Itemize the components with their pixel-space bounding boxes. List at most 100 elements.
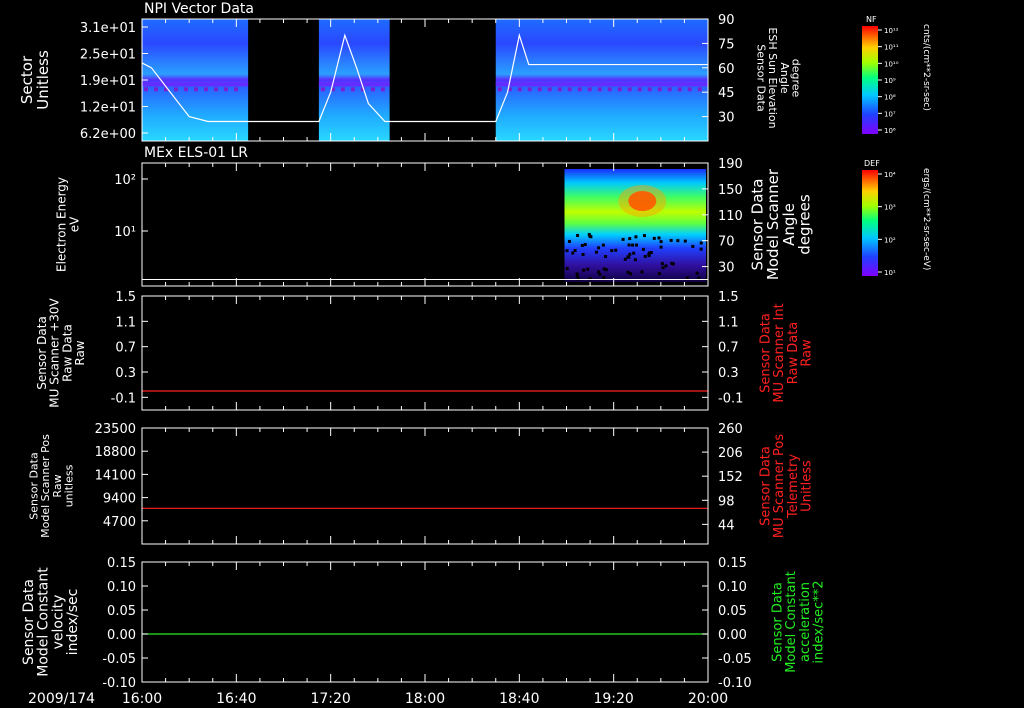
- spectrogram-pixel: [340, 87, 345, 92]
- spectrogram-gap: [586, 267, 590, 271]
- spectrogram-gap: [640, 270, 644, 274]
- y-axis-label: 1.2e+01: [80, 101, 136, 116]
- spectrogram-pixel: [697, 87, 702, 92]
- colorbar-def-units: ergs/(cm**2-sr-sec-eV): [921, 168, 931, 270]
- spectrogram-gap: [659, 240, 663, 244]
- spectrogram-gap: [597, 270, 601, 274]
- spectrogram-band: [142, 82, 249, 87]
- time-tick-label: 16:00: [122, 691, 162, 707]
- right-axis-label: 150: [718, 183, 743, 198]
- spectrogram-pixel: [557, 87, 562, 92]
- spectrogram-pixel: [204, 87, 208, 92]
- spectrogram-pixel: [497, 87, 502, 92]
- right-axis-label: 110: [718, 209, 743, 224]
- right-axis-label: -0.10: [718, 676, 752, 691]
- y-axis-label: 1.5: [115, 290, 136, 305]
- spectrogram-pixel: [174, 87, 178, 92]
- right-axis-label: -0.1: [718, 391, 743, 406]
- y-axis-label: 0.05: [107, 604, 136, 619]
- spectrogram-gap: [632, 251, 636, 255]
- spectrogram-gap: [695, 271, 699, 275]
- colorbar-def: DEF 10⁴ 10³ 10² 10¹ ergs/(cm**2-sr-sec-eV): [862, 159, 931, 277]
- spectrogram-gap: [565, 267, 569, 271]
- right-axis-label: 260: [718, 422, 743, 437]
- spectrogram-gap: [631, 243, 635, 247]
- y-axis-label: -0.05: [102, 652, 136, 667]
- panel-frame: [141, 427, 709, 545]
- right-axis-label: 0.10: [718, 580, 747, 595]
- panel-line-2: 23500 18800 14100 9400 4700 260 206 152 98 44 Sens…: [28, 422, 815, 545]
- y-axis-title-line: eV: [67, 216, 81, 232]
- y-axis-label: 9400: [103, 492, 136, 507]
- spectrogram-gap: [587, 233, 591, 237]
- y-axis-title: Electron EnergyeV: [55, 177, 82, 272]
- spectrogram-band: [495, 82, 708, 87]
- spectrogram-gap: [581, 252, 585, 256]
- spectrogram-band: [318, 82, 390, 87]
- y-axis-title: SectorUnitless: [18, 50, 52, 110]
- y-axis-label: 1.9e+01: [80, 74, 136, 89]
- colorbar-nf-label: NF: [866, 15, 877, 24]
- spectrogram-gap: [647, 254, 651, 258]
- spectrogram-pixel: [567, 87, 572, 92]
- panel-frame: [141, 561, 709, 683]
- spectrogram-pixel: [547, 87, 552, 92]
- spectrogram-gap: [660, 262, 664, 266]
- y-axis-title-line: unitless: [62, 464, 75, 507]
- right-axis-title-line: ESH Sun Elevation: [766, 27, 779, 128]
- right-axis-title-line: Raw: [799, 339, 814, 367]
- right-axis-label: 90: [718, 13, 735, 28]
- spectrogram-gap: [661, 266, 665, 270]
- y-axis-label: 14100: [95, 468, 136, 483]
- spectrogram-gap: [628, 237, 632, 241]
- spectrogram-gap: [573, 249, 577, 253]
- y-axis-label: 23500: [95, 422, 136, 437]
- spectrogram-gap: [669, 238, 673, 242]
- spectrogram-pixel: [350, 87, 355, 92]
- spectrogram-pixel: [380, 87, 385, 92]
- spectrogram-pixel: [637, 87, 642, 92]
- y-axis-title-line: Unitless: [34, 50, 52, 110]
- spectrogram-pixel: [234, 87, 238, 92]
- colorbar-tick-label: 10⁹: [884, 77, 896, 85]
- y-axis-title-line: index/sec: [65, 589, 81, 656]
- spectrogram-gap: [691, 244, 695, 248]
- right-axis-label: 70: [718, 235, 735, 250]
- colorbar-tick-label: 10²: [884, 236, 896, 244]
- y-axis-title: Sensor DataModel Scanner PosRawunitless: [28, 434, 76, 538]
- right-axis-label: 44: [718, 518, 735, 533]
- colorbar-nf-scale: [862, 26, 878, 134]
- spectrogram-gap: [659, 245, 663, 249]
- spectrogram-gap: [594, 250, 598, 254]
- spectrogram-gap: [634, 235, 638, 239]
- panel-npi-vector-data: NPI Vector Data 3.1e+01 2.5e+01 1.9e+01 1.2e…: [18, 1, 802, 142]
- right-axis-title-line: index/sec**2: [811, 580, 826, 663]
- spectrogram-pixel: [617, 87, 622, 92]
- right-axis-label: 0.7: [718, 341, 739, 356]
- panel-title: MEx ELS-01 LR: [144, 145, 248, 161]
- time-tick-label: 18:00: [405, 691, 445, 707]
- y-axis-title-line: Model Constant: [36, 567, 52, 677]
- y-axis-label: 10¹: [114, 225, 136, 240]
- spectrogram-pixel: [657, 87, 662, 92]
- time-tick-label: 18:40: [499, 691, 539, 707]
- spectrogram-gap: [642, 234, 646, 238]
- panel-frame: [141, 295, 709, 411]
- spectrogram-pixel: [370, 87, 375, 92]
- right-axis-title: Sensor DataMU Scanner PosTelemetryUnitle…: [759, 434, 815, 539]
- spectrogram-gap: [643, 254, 647, 258]
- spectrogram-gap: [621, 237, 625, 241]
- time-tick-label: 16:40: [216, 691, 256, 707]
- spectrogram-gap: [670, 261, 674, 265]
- panels: NPI Vector Data 3.1e+01 2.5e+01 1.9e+01 1.2e…: [18, 1, 826, 691]
- right-axis-label: 98: [718, 494, 735, 509]
- spectrogram-gap: [610, 249, 614, 253]
- colorbar-tick-label: 10¹²: [884, 27, 899, 35]
- spectrogram-pixel: [667, 87, 672, 92]
- right-axis-label: 0.05: [718, 604, 747, 619]
- spectrogram-pixel: [527, 87, 532, 92]
- spectrogram-pixel: [537, 87, 542, 92]
- right-axis-label: 0.15: [718, 556, 747, 571]
- time-tick-label: 17:20: [310, 691, 350, 707]
- panel-line-3: 0.15 0.10 0.05 0.00 -0.05 -0.10 0.15 0.10 0.05 0.…: [21, 556, 827, 691]
